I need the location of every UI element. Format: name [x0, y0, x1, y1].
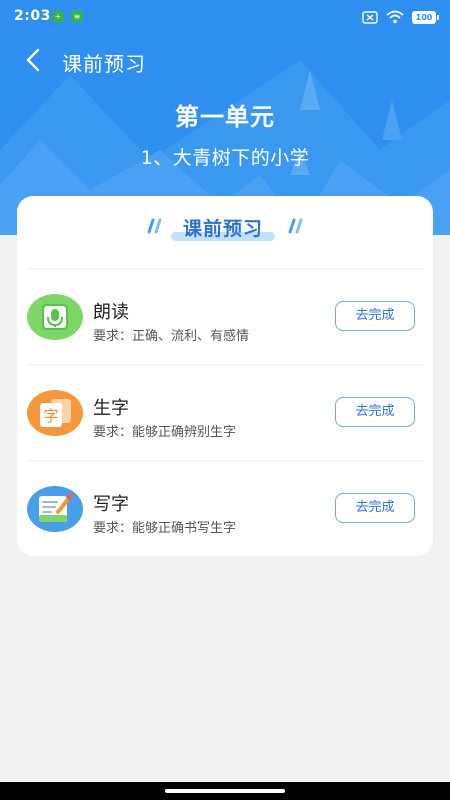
task-name: 写字: [93, 494, 129, 515]
notification-app-icon: ≡: [71, 11, 83, 22]
status-time: 2:03: [14, 8, 51, 24]
wifi-icon: [386, 10, 404, 24]
reading-task-icon: [27, 294, 83, 340]
section-title: 课前预习: [182, 218, 263, 240]
section-header: 课前预习: [17, 210, 433, 246]
task-requirement: 要求：能够正确书写生字: [93, 521, 237, 536]
status-bar: 2:03 + ≡ 100: [0, 0, 450, 34]
lesson-title: 1、大青树下的小学: [140, 147, 310, 169]
writing-icon: [27, 486, 83, 532]
character-glyph: 字: [43, 407, 58, 425]
right-slash-decoration-icon: [288, 218, 303, 234]
battery-icon: 100: [412, 10, 439, 24]
left-slash-decoration-icon: [147, 218, 162, 234]
status-icons: 100: [362, 9, 439, 25]
notification-app-icon: +: [52, 11, 64, 22]
task-requirement: 要求：正确、流利、有感情: [93, 329, 250, 344]
task-row-reading: 朗读 要求：正确、流利、有感情 去完成: [17, 269, 433, 364]
task-name: 生字: [93, 398, 129, 419]
complete-reading-button[interactable]: 去完成: [335, 301, 415, 331]
navigation-bar: [0, 782, 450, 800]
microphone-icon: [27, 294, 83, 340]
chevron-left-icon: [26, 48, 40, 72]
preview-card: 课前预习 朗读 要求：正确、流利、有感情 去完成 字 生字 要求：能够正确辨别生…: [17, 196, 433, 556]
characters-task-icon: 字: [27, 390, 83, 436]
task-requirement: 要求：能够正确辨别生字: [93, 425, 237, 440]
back-button[interactable]: [18, 44, 50, 76]
task-row-new-characters: 字 生字 要求：能够正确辨别生字 去完成: [17, 365, 433, 460]
complete-characters-button[interactable]: 去完成: [335, 397, 415, 427]
nav-bar: 课前预习: [0, 40, 450, 80]
writing-task-icon: [27, 486, 83, 532]
close-box-icon: [362, 10, 378, 24]
section-title-wrap: 课前预习: [171, 214, 275, 244]
complete-writing-button[interactable]: 去完成: [335, 493, 415, 523]
task-row-writing: 写字 要求：能够正确书写生字 去完成: [17, 461, 433, 556]
unit-title: 第一单元: [175, 103, 275, 131]
task-name: 朗读: [93, 302, 129, 323]
nav-title: 课前预习: [62, 52, 146, 76]
character-card-icon: 字: [27, 390, 83, 436]
home-indicator[interactable]: [165, 789, 285, 793]
